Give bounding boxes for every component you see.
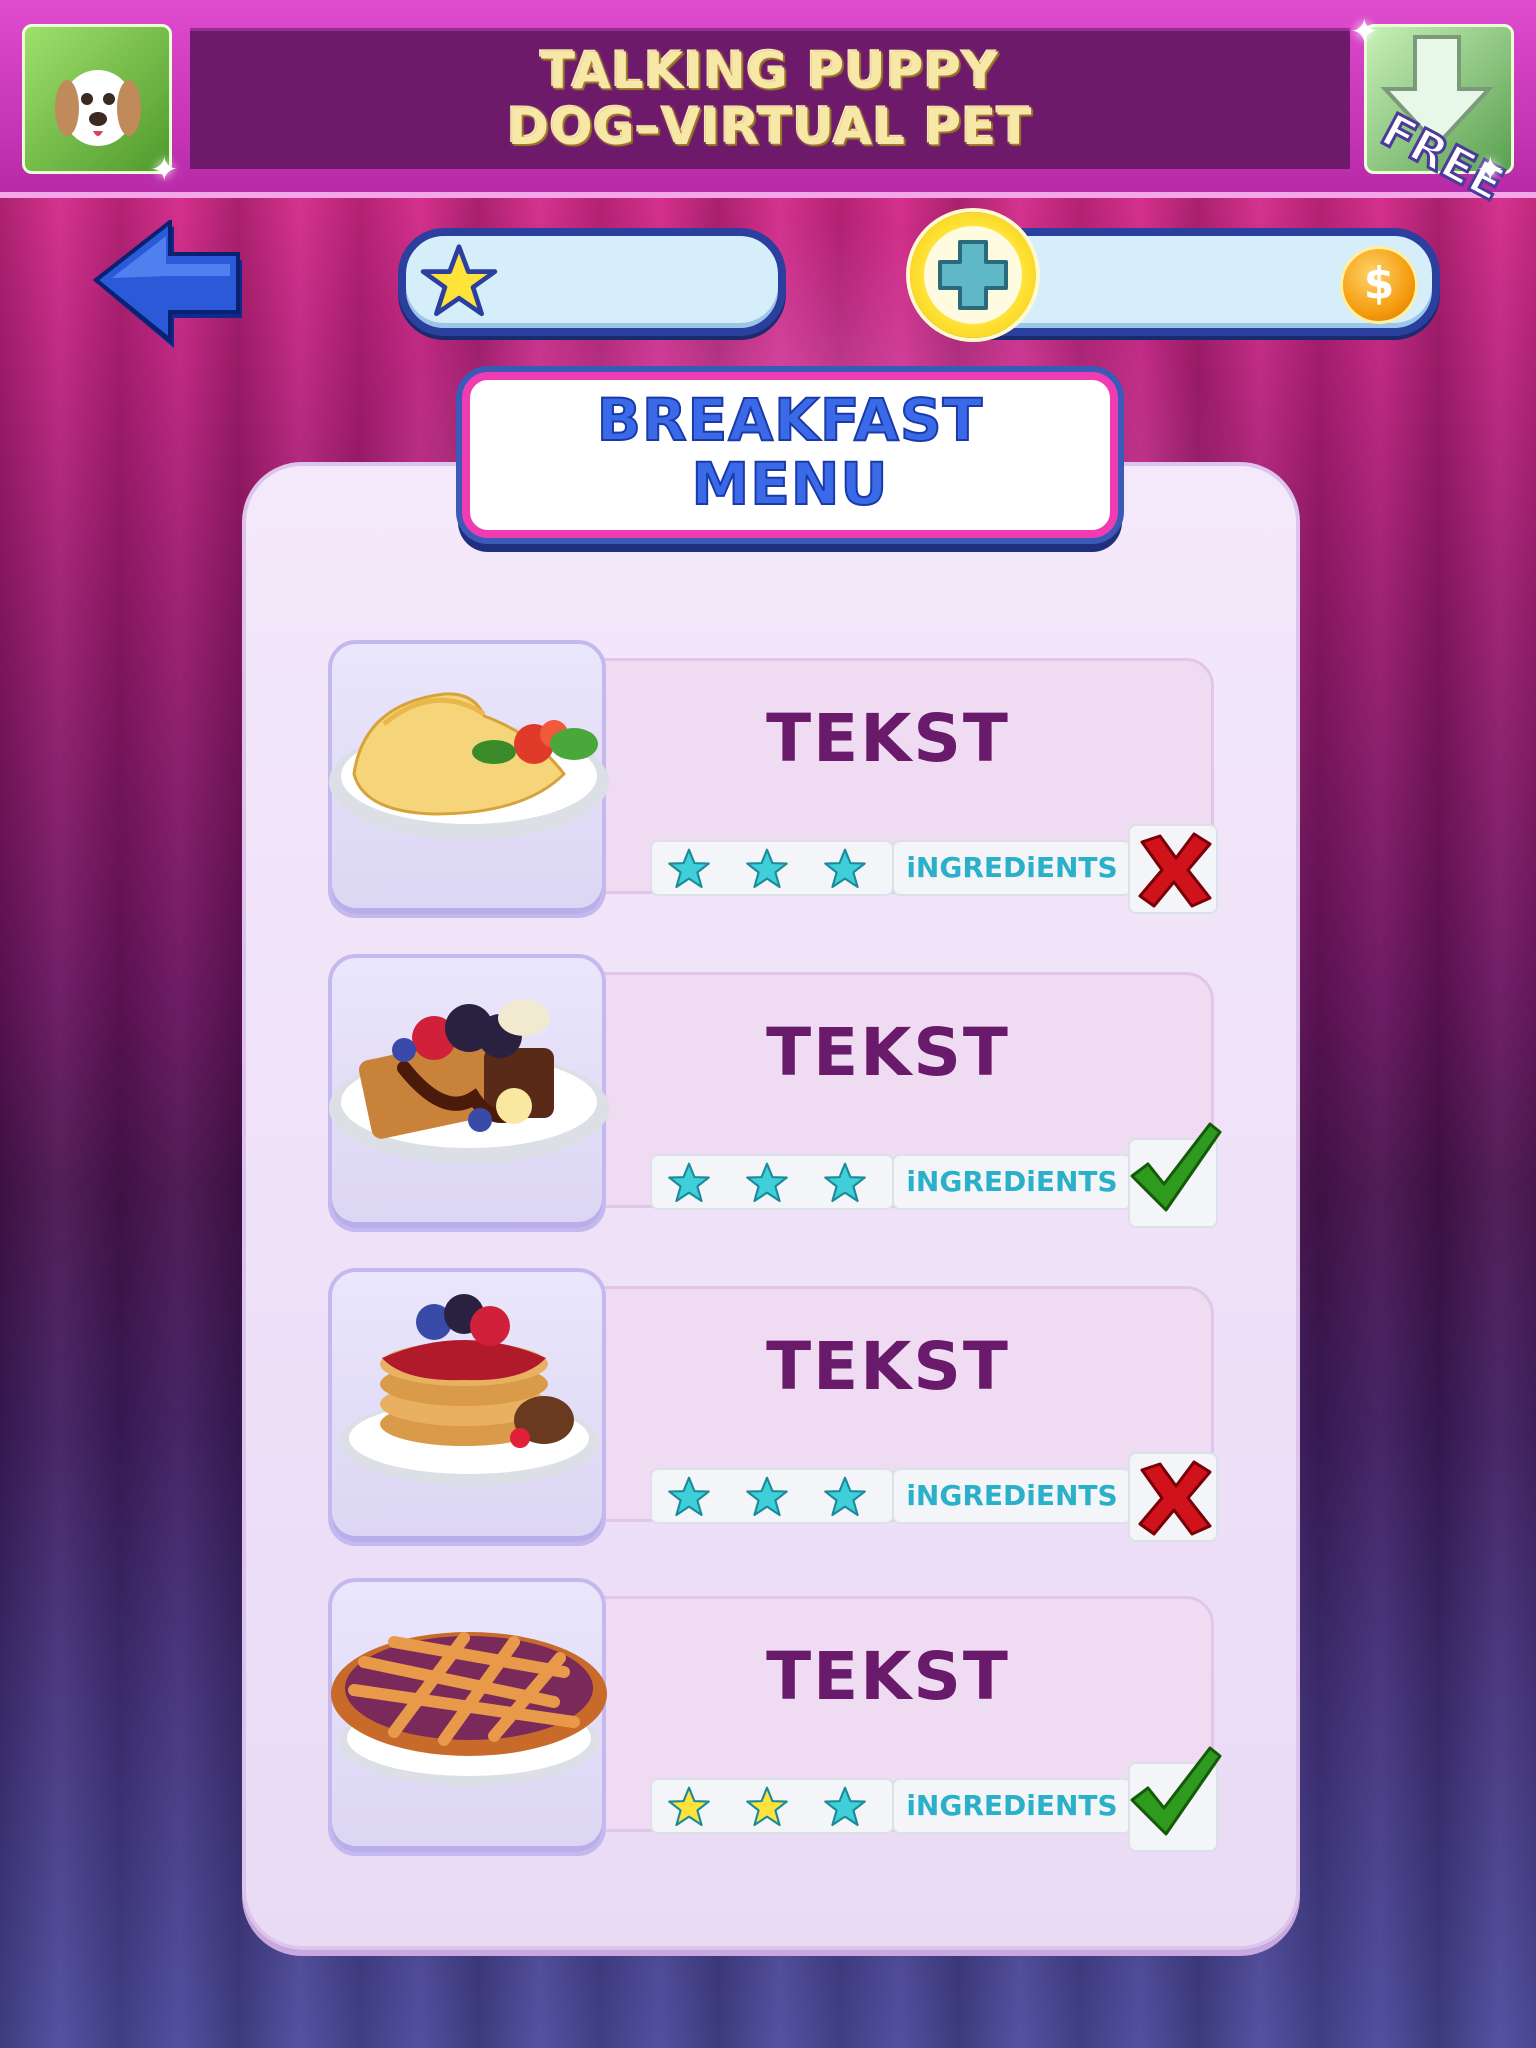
menu-item-image xyxy=(328,954,609,1232)
menu-item-row[interactable]: TEKST iNGREDiENTS xyxy=(328,1578,1222,1858)
menu-item-image xyxy=(328,1268,606,1546)
coin-icon: $ xyxy=(1340,246,1418,324)
sparkle-icon: ✦ xyxy=(150,150,179,190)
star-empty-icon xyxy=(668,1162,710,1203)
ingredients-button[interactable]: iNGREDiENTS xyxy=(892,1778,1132,1834)
star-empty-icon xyxy=(668,848,710,889)
star-filled-icon xyxy=(668,1786,710,1827)
dog-icon xyxy=(55,70,141,146)
back-arrow-button[interactable] xyxy=(92,220,252,350)
banner-title-panel: TALKING PUPPY DOG–VIRTUAL PET xyxy=(190,28,1350,169)
star-empty-icon xyxy=(824,848,866,889)
menu-item-name: TEKST xyxy=(766,1328,1010,1405)
banner-title: TALKING PUPPY DOG–VIRTUAL PET xyxy=(507,42,1033,156)
ingredients-button[interactable]: iNGREDiENTS xyxy=(892,1154,1132,1210)
star-icon xyxy=(420,244,498,317)
star-filled-icon xyxy=(746,1786,788,1827)
menu-item-image xyxy=(328,640,609,918)
cross-icon xyxy=(1138,832,1212,908)
star-rating xyxy=(650,1468,894,1524)
ingredients-button[interactable]: iNGREDiENTS xyxy=(892,840,1132,896)
waffle-icon xyxy=(329,1000,609,1164)
menu-item-name: TEKST xyxy=(766,700,1010,777)
star-rating xyxy=(650,840,894,896)
menu-title: BREAKFAST MENU xyxy=(462,372,1118,538)
menu-item-row[interactable]: TEKST iNGREDiENTS xyxy=(328,1268,1218,1548)
menu-title-line2: MENU xyxy=(691,450,889,518)
status-locked xyxy=(1128,824,1218,914)
star-rating xyxy=(650,1778,894,1834)
pancakes-icon xyxy=(339,1294,599,1486)
ad-banner[interactable]: TALKING PUPPY DOG–VIRTUAL PET FREE ✦ ✦ ✦ xyxy=(0,0,1536,213)
star-rating xyxy=(650,1154,894,1210)
menu-item-image xyxy=(328,1578,607,1856)
star-empty-icon xyxy=(746,1476,788,1517)
ingredients-button[interactable]: iNGREDiENTS xyxy=(892,1468,1132,1524)
star-empty-icon xyxy=(824,1162,866,1203)
status-available xyxy=(1128,1746,1222,1852)
sparkle-icon: ✦ xyxy=(1476,150,1505,190)
add-coins-button[interactable] xyxy=(910,212,1036,338)
checkmark-icon xyxy=(1130,1122,1222,1212)
star-empty-icon xyxy=(824,1786,866,1827)
stars-counter xyxy=(398,228,786,336)
plus-icon xyxy=(938,240,1008,310)
omelette-icon xyxy=(329,692,609,840)
menu-item-row[interactable]: TEKST iNGREDiENTS xyxy=(328,640,1218,920)
star-empty-icon xyxy=(746,1162,788,1203)
checkmark-icon xyxy=(1130,1746,1222,1836)
menu-item-row[interactable]: TEKST iNGREDiENTS xyxy=(328,954,1222,1234)
menu-title-line1: BREAKFAST xyxy=(596,386,984,454)
sparkle-icon: ✦ xyxy=(1350,12,1379,52)
status-locked xyxy=(1128,1452,1218,1542)
status-available xyxy=(1128,1122,1222,1228)
menu-item-name: TEKST xyxy=(766,1638,1010,1715)
star-empty-icon xyxy=(746,848,788,889)
menu-item-name: TEKST xyxy=(766,1014,1010,1091)
star-empty-icon xyxy=(824,1476,866,1517)
cross-icon xyxy=(1138,1460,1212,1536)
pie-icon xyxy=(331,1632,607,1786)
star-empty-icon xyxy=(668,1476,710,1517)
